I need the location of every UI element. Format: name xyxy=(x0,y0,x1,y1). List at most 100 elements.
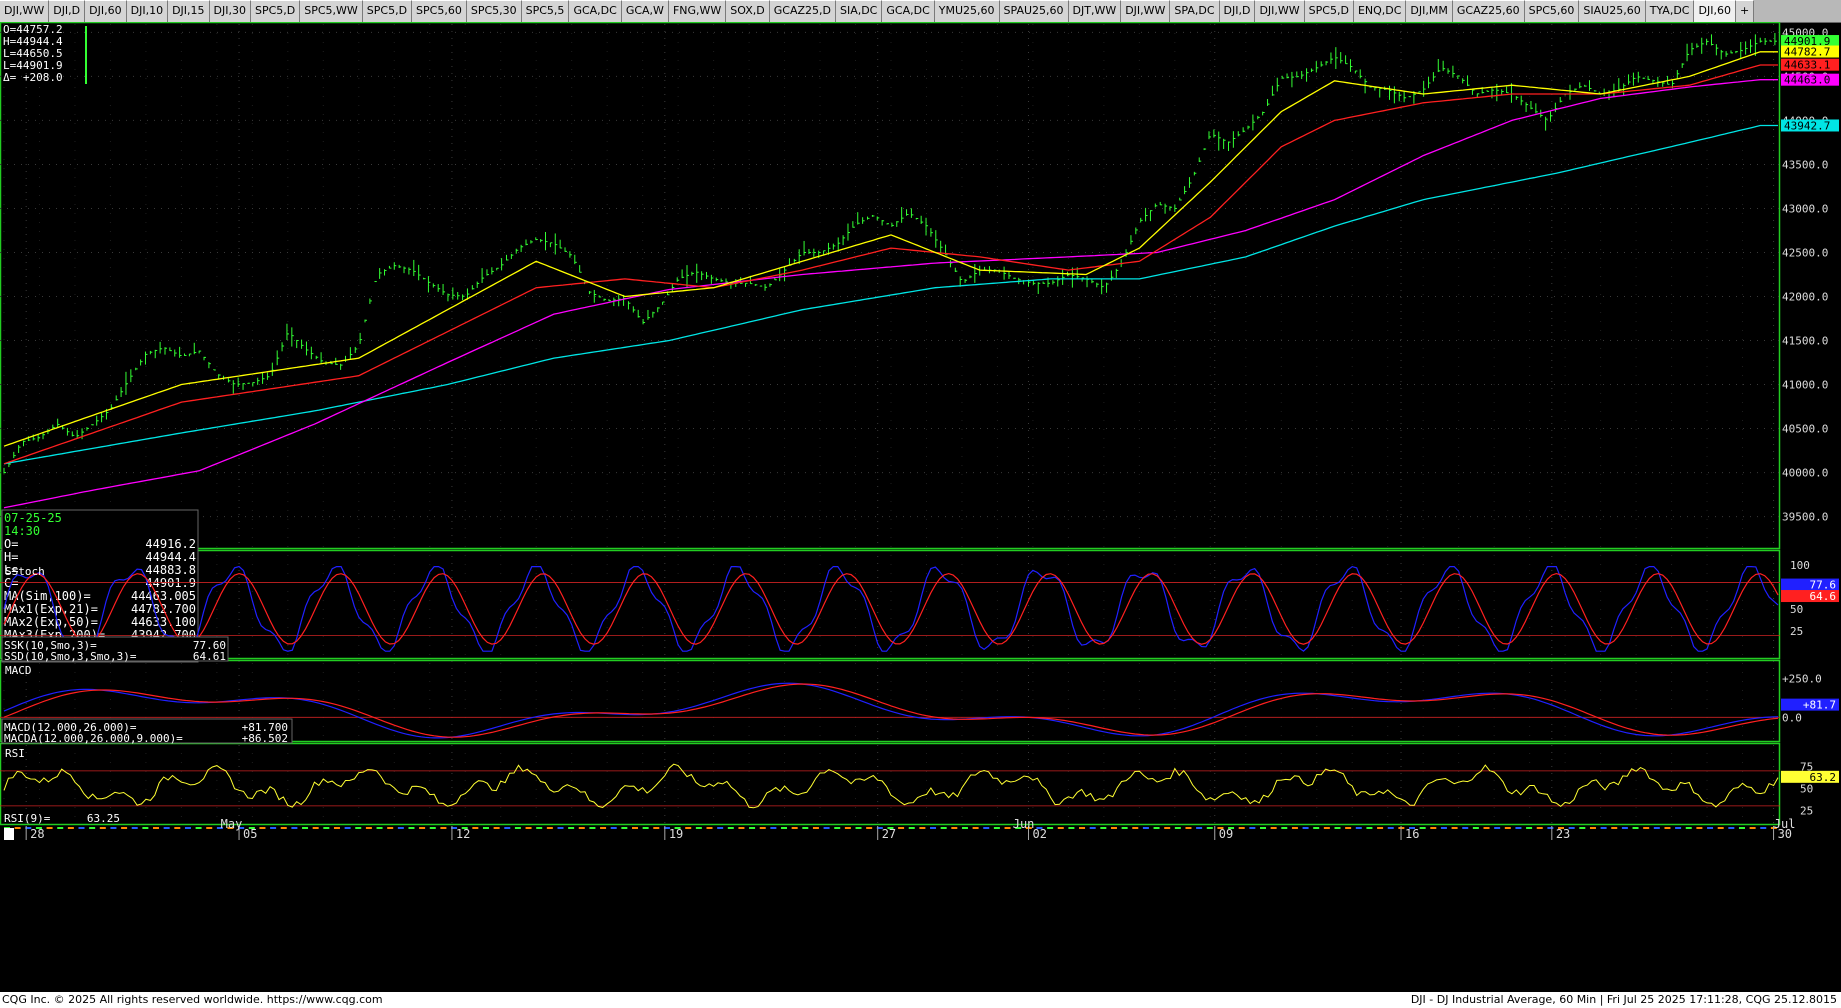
session-marker xyxy=(376,827,383,829)
session-marker xyxy=(1462,827,1469,829)
scroll-handle xyxy=(4,828,14,840)
x-day-label: 05 xyxy=(243,827,257,841)
chart-tab[interactable]: SPAU25,60 xyxy=(999,0,1069,22)
session-marker xyxy=(1249,827,1256,829)
macd-title: MACD xyxy=(5,664,32,677)
session-marker xyxy=(1675,827,1682,829)
session-marker xyxy=(1430,827,1437,829)
session-marker xyxy=(1079,827,1086,829)
session-marker xyxy=(993,827,1000,829)
chart-tab[interactable]: SPC5,D xyxy=(1304,0,1354,22)
chart-tab[interactable]: YMU25,60 xyxy=(934,0,1000,22)
rsi-tick-label: 25 xyxy=(1800,804,1813,817)
session-marker xyxy=(610,827,617,829)
chart-tab[interactable]: GCA,DC xyxy=(882,0,935,22)
chart-tab[interactable]: DJI,30 xyxy=(209,0,251,22)
session-marker xyxy=(280,827,287,829)
session-marker xyxy=(131,827,138,829)
session-marker xyxy=(344,827,351,829)
chart-tab[interactable]: FNG,WW xyxy=(668,0,727,22)
session-marker xyxy=(1696,827,1703,829)
session-marker xyxy=(440,827,447,829)
session-marker xyxy=(1504,827,1511,829)
chart-tab[interactable]: DJT,WW xyxy=(1068,0,1122,22)
panel-border xyxy=(0,22,1781,550)
chart-tab[interactable]: GCAZ25,D xyxy=(769,0,836,22)
session-marker xyxy=(419,827,426,829)
price-current-label: 44463.0 xyxy=(1784,74,1830,87)
cursor-field: O= xyxy=(4,537,18,551)
chart-tab[interactable]: SPC5,D xyxy=(362,0,413,22)
add-tab-button[interactable]: + xyxy=(1735,0,1755,22)
session-marker xyxy=(1600,827,1607,829)
rsi-tick-label: 50 xyxy=(1800,782,1813,795)
session-marker xyxy=(695,827,702,829)
session-marker xyxy=(174,827,181,829)
chart-tab[interactable]: DJI,10 xyxy=(126,0,169,22)
session-marker xyxy=(408,827,415,829)
x-day-label: 16 xyxy=(1405,827,1419,841)
session-marker xyxy=(823,827,830,829)
session-marker xyxy=(504,827,511,829)
chart-tab[interactable]: DJI,60 xyxy=(1694,0,1736,22)
rsi-title: RSI xyxy=(5,747,25,760)
session-marker xyxy=(472,827,479,829)
chart-tab[interactable]: DJI,MM xyxy=(1406,0,1453,22)
session-marker xyxy=(1664,827,1671,829)
chart-tab[interactable]: DJI,WW xyxy=(1121,0,1171,22)
x-month-label: Jul xyxy=(1774,817,1796,831)
session-marker xyxy=(631,827,638,829)
price-tick-label: 41500.0 xyxy=(1782,335,1828,348)
session-marker xyxy=(812,827,819,829)
session-marker xyxy=(1707,827,1714,829)
chart-tab[interactable]: SIAU25,60 xyxy=(1579,0,1646,22)
session-marker xyxy=(1153,827,1160,829)
chart-tab[interactable]: ENQ,DC xyxy=(1353,0,1407,22)
stoch-title: SStoch xyxy=(5,565,45,578)
chart-tab-bar: DJI,WW DJI,D DJI,60 DJI,10 DJI,15 DJI,30 SPC5,… xyxy=(0,0,1841,23)
session-marker xyxy=(46,827,53,829)
chart-tab[interactable]: DJI,D xyxy=(1219,0,1256,22)
session-marker xyxy=(89,827,96,829)
session-marker xyxy=(1536,827,1543,829)
chart-tab[interactable]: GCA,DC xyxy=(569,0,622,22)
session-marker xyxy=(365,827,372,829)
chart-tab[interactable]: SPC5,60 xyxy=(1524,0,1580,22)
chart-tab[interactable]: SPA,DC xyxy=(1170,0,1220,22)
session-marker xyxy=(1632,827,1639,829)
chart-tab[interactable]: DJI,WW xyxy=(1255,0,1305,22)
chart-tab[interactable]: GCA,W xyxy=(621,0,669,22)
chart-tab[interactable]: DJI,WW xyxy=(0,0,50,22)
session-marker xyxy=(1334,827,1341,829)
price-tick-label: 42000.0 xyxy=(1782,291,1828,304)
session-marker xyxy=(717,827,724,829)
cursor-value: 44463.005 xyxy=(131,589,196,603)
session-marker xyxy=(1643,827,1650,829)
chart-tab[interactable]: GCAZ25,60 xyxy=(1452,0,1525,22)
session-marker xyxy=(1313,827,1320,829)
chart-tab[interactable]: SPC5,60 xyxy=(412,0,467,22)
session-marker xyxy=(844,827,851,829)
chart-tab[interactable]: DJI,60 xyxy=(85,0,127,22)
cursor-field: MAx1(Exp,21)= xyxy=(4,602,98,616)
session-marker xyxy=(1089,827,1096,829)
chart-tab[interactable]: DJI,D xyxy=(49,0,86,22)
chart-tab[interactable]: DJI,15 xyxy=(168,0,210,22)
chart-tab[interactable]: SPC5,30 xyxy=(466,0,522,22)
panel-border xyxy=(0,742,1781,826)
ohlc-readout: Δ= +208.0 xyxy=(3,71,63,84)
chart-tab[interactable]: SPC5,D xyxy=(250,0,301,22)
session-marker xyxy=(802,827,809,829)
chart-tab[interactable]: SPC5,5 xyxy=(521,0,570,22)
session-marker xyxy=(163,827,170,829)
session-marker xyxy=(429,827,436,829)
chart-tab[interactable]: SIA,DC xyxy=(835,0,883,22)
chart-tab[interactable]: SOX,D xyxy=(726,0,770,22)
session-marker xyxy=(759,827,766,829)
session-marker xyxy=(99,827,106,829)
chart-tab[interactable]: TYA,DC xyxy=(1645,0,1695,22)
price-tick-label: 40000.0 xyxy=(1782,467,1828,480)
x-day-label: 09 xyxy=(1219,827,1233,841)
session-marker xyxy=(1174,827,1181,829)
chart-tab[interactable]: SPC5,WW xyxy=(300,0,363,22)
